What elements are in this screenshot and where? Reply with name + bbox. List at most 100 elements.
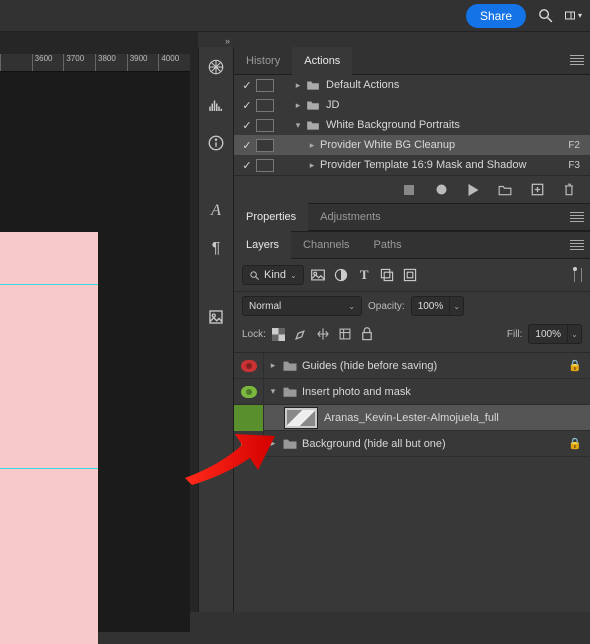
fill-input[interactable]: 100% ⌄ xyxy=(528,324,582,344)
tab-channels[interactable]: Channels xyxy=(291,231,361,259)
share-button[interactable]: Share xyxy=(466,4,526,28)
layer-row[interactable]: ▸ Background (hide all but one) 🔒 xyxy=(234,431,590,457)
guide-line[interactable] xyxy=(0,468,98,469)
toggle-dialog-icon[interactable] xyxy=(256,119,274,132)
ruler-tick: 3800 xyxy=(95,54,127,72)
lock-all-icon[interactable] xyxy=(360,327,374,341)
toggle-check-icon[interactable]: ✓ xyxy=(238,119,256,132)
document-content[interactable] xyxy=(0,232,98,644)
tab-properties[interactable]: Properties xyxy=(234,203,308,231)
disclosure-icon[interactable]: ▸ xyxy=(268,438,278,449)
disclosure-icon[interactable]: ▾ xyxy=(268,386,278,397)
opacity-value: 100% xyxy=(412,301,450,312)
layer-row[interactable]: Aranas_Kevin-Lester-Almojuela_full xyxy=(234,405,590,431)
lock-position-icon[interactable] xyxy=(316,327,330,341)
folder-icon xyxy=(306,119,320,131)
visibility-toggle[interactable] xyxy=(234,379,264,405)
visibility-toggle[interactable] xyxy=(234,405,264,431)
tab-actions[interactable]: Actions xyxy=(292,47,352,75)
action-label: Default Actions xyxy=(326,79,590,91)
actions-panel-footer xyxy=(234,175,590,203)
toggle-check-icon[interactable]: ✓ xyxy=(238,79,256,92)
trash-icon[interactable] xyxy=(562,183,576,197)
new-action-icon[interactable] xyxy=(530,183,544,197)
toggle-dialog-icon[interactable] xyxy=(256,139,274,152)
lock-pixels-icon[interactable] xyxy=(294,327,308,341)
filter-adjustment-icon[interactable] xyxy=(333,267,350,284)
eye-icon xyxy=(241,360,257,372)
record-icon[interactable] xyxy=(434,183,448,197)
toggle-check-icon[interactable]: ✓ xyxy=(238,99,256,112)
action-item-row[interactable]: ✓ Provider White BG Cleanup F2 xyxy=(234,135,590,155)
panel-menu-icon[interactable] xyxy=(570,240,584,250)
action-label: Provider White BG Cleanup xyxy=(320,139,568,151)
character-panel-icon[interactable]: A xyxy=(206,201,226,221)
action-label: White Background Portraits xyxy=(326,119,590,131)
disclosure-icon[interactable] xyxy=(292,80,304,91)
filter-smartobject-icon[interactable] xyxy=(402,267,419,284)
toggle-check-icon[interactable]: ✓ xyxy=(238,139,256,152)
collapse-panels-icon[interactable]: ›› xyxy=(214,36,229,46)
toggle-dialog-icon[interactable] xyxy=(256,79,274,92)
search-icon[interactable] xyxy=(536,7,554,25)
action-set-row[interactable]: ✓ White Background Portraits xyxy=(234,115,590,135)
lock-label: Lock: xyxy=(242,329,266,340)
lock-transparency-icon[interactable] xyxy=(272,327,286,341)
actions-panel-tabs: History Actions xyxy=(234,47,590,75)
filter-shape-icon[interactable] xyxy=(379,267,396,284)
folder-icon xyxy=(282,437,298,450)
disclosure-icon[interactable]: ▸ xyxy=(268,360,278,371)
layer-row[interactable]: ▸ Guides (hide before saving) 🔒 xyxy=(234,353,590,379)
disclosure-icon[interactable] xyxy=(306,160,318,171)
workspace-switcher-icon[interactable]: ▾ xyxy=(564,7,582,25)
tab-paths[interactable]: Paths xyxy=(362,231,414,259)
collapsed-panel-dock: A ¶ xyxy=(198,47,234,612)
action-label: Provider Template 16:9 Mask and Shadow xyxy=(320,159,568,171)
stop-icon[interactable] xyxy=(402,183,416,197)
libraries-panel-icon[interactable] xyxy=(206,307,226,327)
layer-row[interactable]: ▾ Insert photo and mask xyxy=(234,379,590,405)
app-topbar: Share ▾ xyxy=(0,0,590,32)
toggle-dialog-icon[interactable] xyxy=(256,99,274,112)
layer-label: Background (hide all but one) xyxy=(302,438,446,450)
panel-menu-icon[interactable] xyxy=(570,212,584,222)
horizontal-ruler: 3600 3700 3800 3900 4000 xyxy=(0,54,190,72)
opacity-label: Opacity: xyxy=(368,301,405,312)
lock-icons-group xyxy=(272,327,374,341)
ruler-tick: 3900 xyxy=(127,54,159,72)
tab-history[interactable]: History xyxy=(234,47,292,75)
layer-label: Aranas_Kevin-Lester-Almojuela_full xyxy=(324,412,499,424)
toggle-dialog-icon[interactable] xyxy=(256,159,274,172)
new-set-icon[interactable] xyxy=(498,183,512,197)
opacity-input[interactable]: 100% ⌄ xyxy=(411,296,465,316)
toggle-check-icon[interactable]: ✓ xyxy=(238,159,256,172)
action-set-row[interactable]: ✓ Default Actions xyxy=(234,75,590,95)
filter-pixel-icon[interactable] xyxy=(310,267,327,284)
disclosure-icon[interactable] xyxy=(292,120,304,131)
visibility-toggle[interactable] xyxy=(234,353,264,379)
paragraph-panel-icon[interactable]: ¶ xyxy=(206,239,226,259)
filter-type-icon[interactable]: T xyxy=(356,267,373,284)
visibility-toggle[interactable] xyxy=(234,431,264,457)
tab-adjustments[interactable]: Adjustments xyxy=(308,203,393,231)
info-panel-icon[interactable] xyxy=(206,133,226,153)
blend-mode-select[interactable]: Normal ⌄ xyxy=(242,296,362,316)
panel-menu-icon[interactable] xyxy=(570,55,584,65)
chevron-down-icon[interactable]: ⌄ xyxy=(567,325,581,343)
disclosure-icon[interactable] xyxy=(306,140,318,151)
ruler-tick: 4000 xyxy=(158,54,190,72)
filter-kind-select[interactable]: Kind ⌄ xyxy=(242,265,304,285)
ruler-tick xyxy=(0,54,32,72)
histogram-panel-icon[interactable] xyxy=(206,95,226,115)
navigator-panel-icon[interactable] xyxy=(206,57,226,77)
lock-artboard-icon[interactable] xyxy=(338,327,352,341)
disclosure-icon[interactable] xyxy=(292,100,304,111)
guide-line[interactable] xyxy=(0,284,98,285)
action-item-row[interactable]: ✓ Provider Template 16:9 Mask and Shadow… xyxy=(234,155,590,175)
action-set-row[interactable]: ✓ JD xyxy=(234,95,590,115)
chevron-down-icon[interactable]: ⌄ xyxy=(449,297,463,315)
tab-layers[interactable]: Layers xyxy=(234,231,291,259)
fill-label: Fill: xyxy=(507,329,523,340)
play-icon[interactable] xyxy=(466,183,480,197)
filter-toggle-switch[interactable] xyxy=(574,268,582,282)
